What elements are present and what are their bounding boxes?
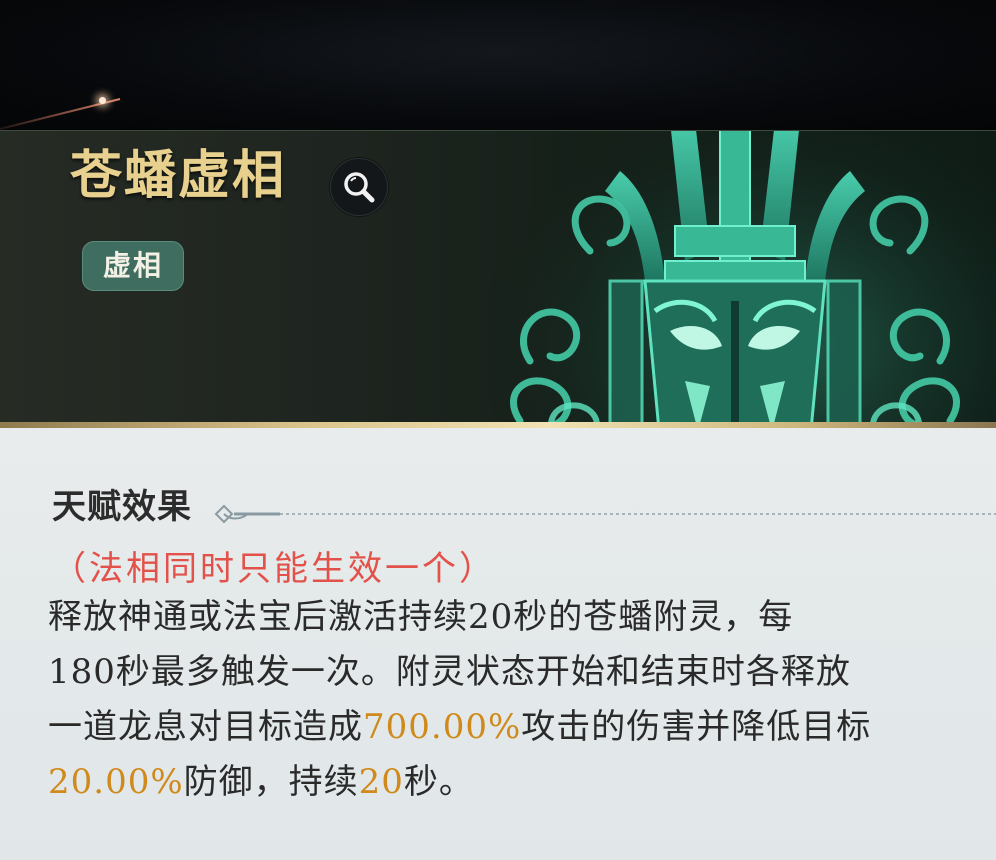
magnifier-icon	[344, 172, 375, 203]
item-title: 苍蟠虚相	[70, 145, 287, 206]
section-title: 天赋效果	[52, 487, 192, 527]
type-badge: 虚相	[82, 241, 184, 291]
description-text: 180秒最多触发一次。附灵状态开始和结束时各释放	[48, 652, 851, 692]
beast-mask-art	[470, 131, 996, 427]
description-text: 秒。	[403, 762, 474, 802]
description-line: 180秒最多触发一次。附灵状态开始和结束时各释放	[48, 655, 851, 689]
description-line: 20.00%防御，持续20秒。	[48, 765, 474, 799]
restriction-note: （法相同时只能生效一个）	[52, 549, 496, 589]
top-backdrop	[0, 0, 996, 130]
defense-reduction-value: 20.00%	[48, 762, 184, 802]
light-spark	[99, 97, 106, 104]
ornament-divider	[214, 504, 996, 524]
damage-value: 700.00%	[363, 707, 522, 747]
duration-value: 20	[358, 762, 404, 802]
description-text: 防御，持续	[183, 762, 359, 802]
description-line: 释放神通或法宝后激活持续20秒的苍蟠附灵，每	[48, 600, 793, 634]
description-line: 一道龙息对目标造成700.00%攻击的伤害并降低目标	[48, 710, 871, 744]
description-text: 释放神通或法宝后激活持续20秒的苍蟠附灵，每	[48, 597, 794, 637]
description-text: 一道龙息对目标造成	[48, 707, 363, 747]
description-text: 攻击的伤害并降低目标	[521, 707, 872, 747]
inspect-button[interactable]	[330, 158, 388, 216]
